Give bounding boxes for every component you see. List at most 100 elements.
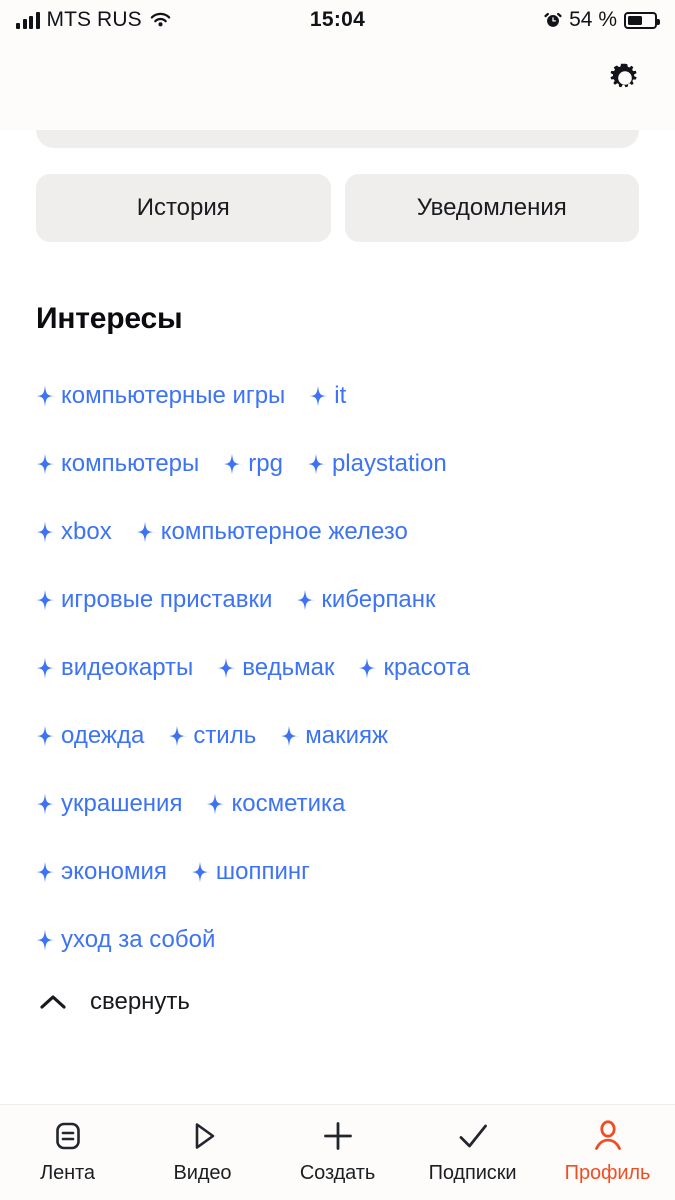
interest-tag[interactable]: косметика [204, 790, 345, 818]
sparkle-icon [204, 793, 226, 815]
interest-tag[interactable]: it [307, 382, 346, 410]
sparkle-icon [221, 453, 243, 475]
tab-label: Подписки [428, 1162, 517, 1184]
sparkle-icon [34, 453, 56, 475]
interest-tag-label: видеокарты [61, 654, 194, 681]
interests-tag-row: украшения косметика [34, 770, 641, 838]
interests-tag-row: компьютерные игры it [34, 362, 641, 430]
interest-tag[interactable]: видеокарты [34, 654, 193, 682]
sparkle-icon [294, 589, 316, 611]
interests-tag-row: компьютеры rpg playstation [34, 430, 641, 498]
interest-tag-label: шоппинг [215, 858, 310, 885]
history-button[interactable]: История [36, 174, 331, 242]
tab-label: Видео [173, 1162, 232, 1184]
interests-tag-row: игровые приставки киберпанк [34, 566, 641, 634]
sparkle-icon [34, 385, 56, 407]
sparkle-icon [189, 861, 211, 883]
settings-button[interactable] [603, 56, 647, 100]
interest-tag-label: макияж [305, 722, 389, 749]
interest-tag[interactable]: ведьмак [215, 654, 334, 682]
sparkle-icon [166, 725, 188, 747]
sparkle-icon [278, 725, 300, 747]
tab-person[interactable]: Профиль [540, 1119, 675, 1185]
interest-tag[interactable]: киберпанк [294, 586, 436, 614]
tab-label: Профиль [564, 1162, 651, 1184]
interest-tag[interactable]: украшения [34, 790, 182, 818]
interests-tag-list: компьютерные игры it компьютеры rpg playstat… [0, 336, 675, 974]
interest-tag-label: игровые приставки [61, 586, 273, 613]
sparkle-icon [356, 657, 378, 679]
feed-icon [51, 1119, 85, 1153]
sparkle-icon [34, 589, 56, 611]
tab-plus[interactable]: Создать [270, 1119, 405, 1185]
interest-tag-label: компьютеры [61, 450, 200, 477]
sparkle-icon [215, 657, 237, 679]
interest-tag[interactable]: красота [356, 654, 470, 682]
partially-visible-card[interactable] [36, 130, 639, 148]
sparkle-icon [34, 929, 56, 951]
sparkle-icon [34, 725, 56, 747]
sparkle-icon [134, 521, 156, 543]
interests-tag-row: одежда стиль макияж [34, 702, 641, 770]
tab-feed[interactable]: Лента [0, 1119, 135, 1185]
interest-tag-label: it [334, 382, 347, 409]
status-bar: MTS RUS 15:04 54 % [0, 0, 675, 40]
interest-tag-label: киберпанк [321, 586, 436, 613]
interest-tag-label: уход за собой [61, 926, 216, 953]
status-bar-right: 54 % [544, 8, 660, 32]
interest-tag-label: rpg [248, 450, 283, 477]
gear-icon [608, 61, 642, 95]
interest-tag-label: компьютерное железо [160, 518, 408, 545]
interest-tag-label: компьютерные игры [61, 382, 286, 409]
interest-tag-label: косметика [231, 790, 346, 817]
sparkle-icon [34, 861, 56, 883]
play-triangle-icon [186, 1119, 220, 1153]
sparkle-icon [307, 385, 329, 407]
tab-label: Создать [299, 1162, 376, 1184]
interest-tag[interactable]: стиль [166, 722, 256, 750]
page-title: Интересы [36, 302, 183, 335]
tab-label: Лента [40, 1162, 95, 1184]
scroll-content[interactable]: История Уведомления Интересы компьютерны… [0, 130, 675, 1104]
interests-tag-row: уход за собой [34, 906, 641, 974]
interest-tag-label: xbox [61, 518, 112, 545]
person-icon [591, 1119, 625, 1153]
interest-tag[interactable]: шоппинг [189, 858, 310, 886]
interests-tag-row: видеокарты ведьмак красота [34, 634, 641, 702]
sparkle-icon [34, 657, 56, 679]
quick-actions-row: История Уведомления [0, 148, 675, 242]
interest-tag-label: ведьмак [242, 654, 335, 681]
bottom-navigation: Лента Видео Создать Подписки Профиль [0, 1104, 675, 1200]
battery-icon [624, 11, 660, 29]
interest-tag[interactable]: макияж [278, 722, 388, 750]
collapse-label: свернуть [90, 988, 190, 1015]
app-header [0, 40, 675, 130]
sparkle-icon [34, 793, 56, 815]
interest-tag[interactable]: компьютерное железо [134, 518, 408, 546]
chevron-up-icon [40, 994, 66, 1010]
interest-tag[interactable]: компьютерные игры [34, 382, 285, 410]
tab-play-triangle[interactable]: Видео [135, 1119, 270, 1185]
interest-tag-label: экономия [61, 858, 167, 885]
interest-tag[interactable]: одежда [34, 722, 144, 750]
battery-percent-label: 54 % [569, 8, 617, 31]
interest-tag[interactable]: playstation [305, 450, 447, 478]
alarm-clock-icon [544, 11, 562, 29]
interest-tag-label: украшения [61, 790, 183, 817]
interest-tag[interactable]: игровые приставки [34, 586, 272, 614]
interest-tag-label: playstation [331, 450, 447, 477]
interest-tag-label: стиль [193, 722, 257, 749]
tab-check[interactable]: Подписки [405, 1119, 540, 1185]
notifications-button[interactable]: Уведомления [344, 174, 639, 242]
interest-tag-label: красота [383, 654, 470, 681]
interest-tag[interactable]: компьютеры [34, 450, 199, 478]
collapse-button[interactable]: свернуть [0, 974, 675, 1016]
plus-icon [321, 1119, 355, 1153]
interests-tag-row: экономия шоппинг [34, 838, 641, 906]
interest-tag[interactable]: rpg [221, 450, 283, 478]
interest-tag[interactable]: xbox [34, 518, 112, 546]
interest-tag[interactable]: экономия [34, 858, 167, 886]
interest-tag[interactable]: уход за собой [34, 926, 215, 954]
sparkle-icon [305, 453, 327, 475]
interests-tag-row: xbox компьютерное железо [34, 498, 641, 566]
